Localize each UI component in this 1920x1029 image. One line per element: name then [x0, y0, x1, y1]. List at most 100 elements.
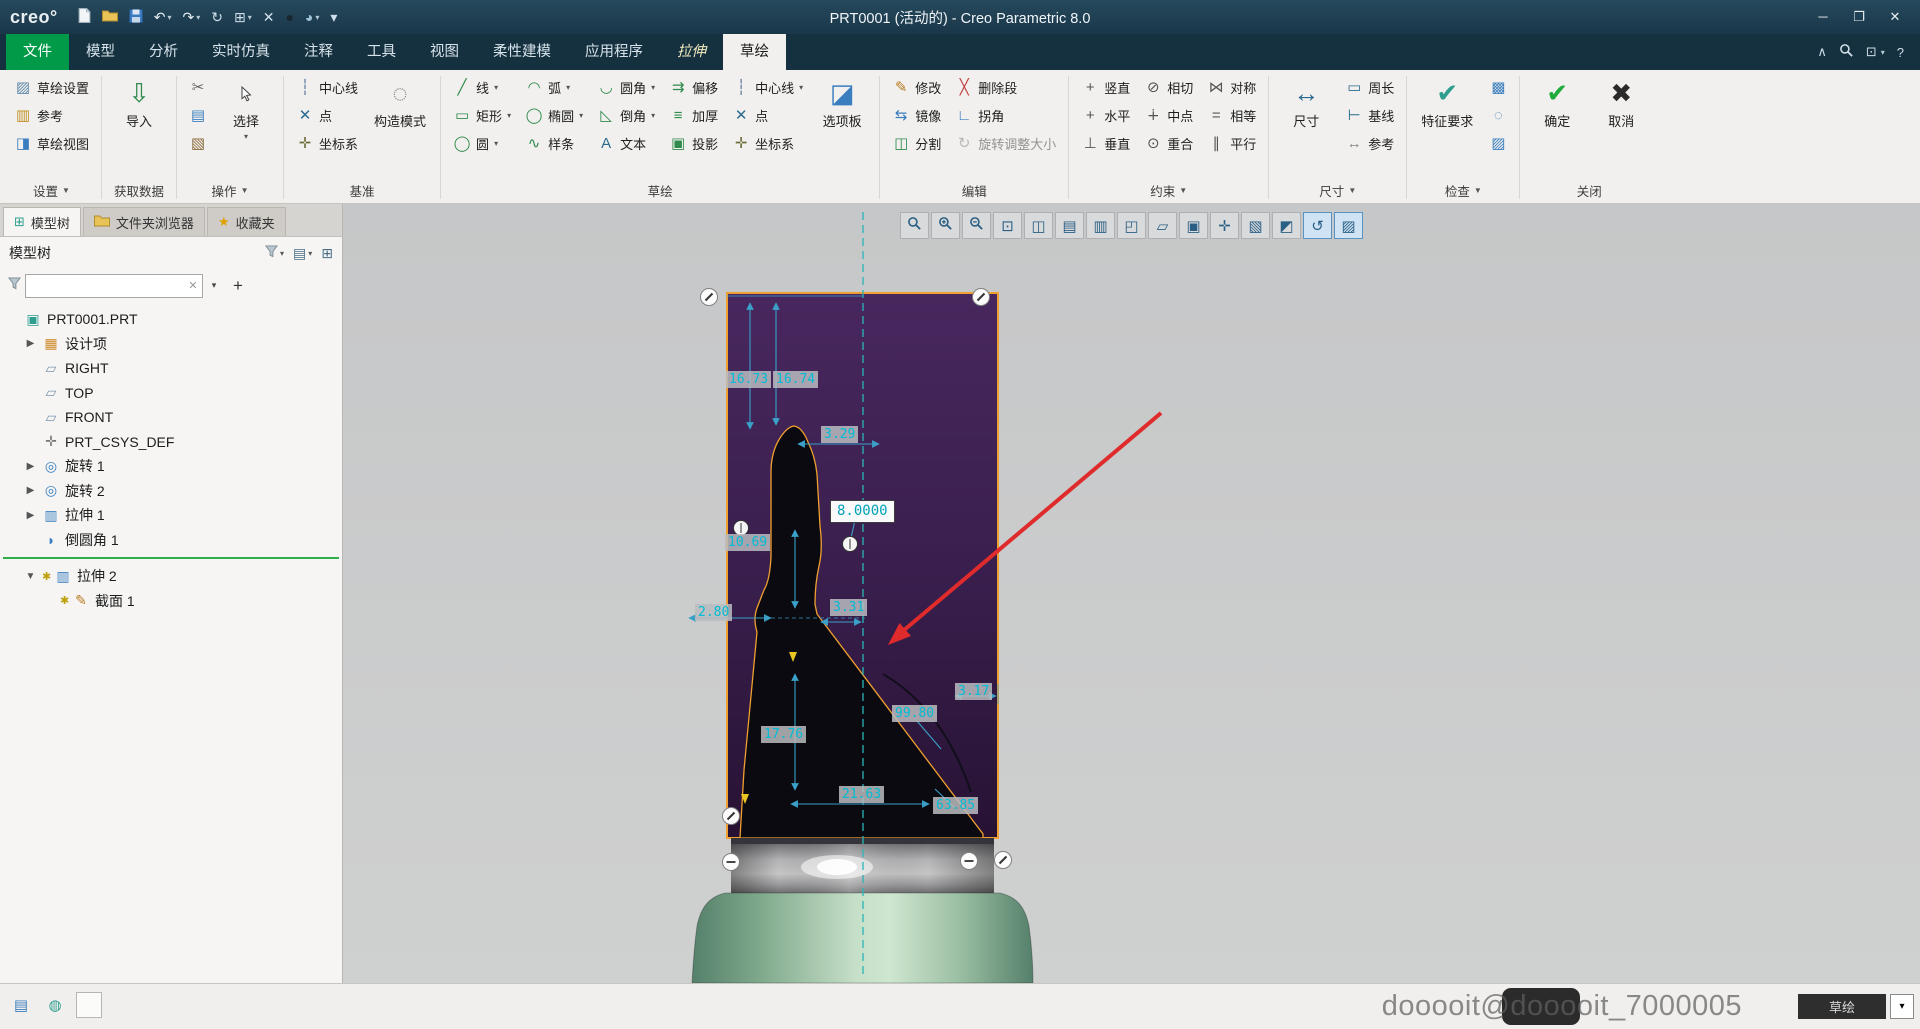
- ribbon-button-rect[interactable]: ▭ 矩形 ▾: [449, 102, 515, 129]
- sketch-handle-minus[interactable]: [722, 853, 740, 871]
- tree-expander[interactable]: ▼: [24, 571, 37, 582]
- tab-annotate[interactable]: 注释: [287, 34, 350, 70]
- ribbon-button-modify[interactable]: ✎ 修改: [888, 74, 945, 101]
- ribbon-button-overlap[interactable]: ▩: [1485, 74, 1511, 101]
- ribbon-button-csys[interactable]: ✛ 坐标系: [292, 130, 362, 157]
- tab-extrude[interactable]: 拉伸: [660, 34, 723, 70]
- ribbon-button-coincident[interactable]: ⊙ 重合: [1140, 130, 1197, 157]
- tree-expander[interactable]: ▶: [24, 338, 37, 349]
- ribbon-button-perimeter[interactable]: ▭ 周长: [1341, 74, 1398, 101]
- close-window-button[interactable]: ✕: [1880, 5, 1910, 29]
- record-button[interactable]: ●: [281, 5, 297, 29]
- tree-expander[interactable]: ▶: [24, 510, 37, 521]
- panel-tab-folder-browser[interactable]: 文件夹浏览器: [82, 207, 205, 236]
- ribbon-group-label-settings[interactable]: 设置 ▼: [10, 178, 93, 203]
- sketch-handle-pencil[interactable]: [994, 851, 1012, 869]
- ribbon-button-open-ends[interactable]: ◌: [1485, 102, 1511, 129]
- minimize-window-button[interactable]: ─: [1808, 5, 1838, 29]
- graphics-area[interactable]: ⊡ ◫ ▤ ▥ ◰ ▱ ▣ ✛ ▧ ◩ ↺ ▨ 16.73 16.74 3.29…: [343, 204, 1920, 983]
- tree-item-PRT_CSYS_DEF[interactable]: ✛ PRT_CSYS_DEF: [0, 430, 342, 455]
- ribbon-button-horizontal[interactable]: + 水平: [1077, 102, 1134, 129]
- ribbon-button-divide[interactable]: ◫ 分割: [888, 130, 945, 157]
- ribbon-button-point[interactable]: ✕ 点: [292, 102, 362, 129]
- refit-button[interactable]: ⊡: [993, 212, 1022, 239]
- tab-applications[interactable]: 应用程序: [568, 34, 660, 70]
- ribbon-button-perpendicular[interactable]: ⊥ 垂直: [1077, 130, 1134, 157]
- panel-tab-favorites[interactable]: ★ 收藏夹: [206, 207, 286, 236]
- tree-item-TOP[interactable]: ▱ TOP: [0, 381, 342, 406]
- tab-file[interactable]: 文件: [6, 34, 69, 70]
- ribbon-button-circle[interactable]: ◯ 圆 ▾: [449, 130, 515, 157]
- ribbon-button-spline[interactable]: ∿ 样条: [521, 130, 587, 157]
- sketch-handle-pencil[interactable]: [972, 288, 990, 306]
- tree-item-FRONT[interactable]: ▱ FRONT: [0, 405, 342, 430]
- saved-orientations-button[interactable]: ▤: [1055, 212, 1084, 239]
- spin-center-button[interactable]: ✛: [1210, 212, 1239, 239]
- ribbon-button-dimension[interactable]: ↔ 尺寸: [1277, 74, 1335, 130]
- ribbon-button-paste[interactable]: ▧: [185, 130, 211, 157]
- filter-add-button[interactable]: +: [227, 276, 249, 296]
- ribbon-group-label-inspect[interactable]: 检查 ▼: [1415, 178, 1511, 203]
- windows-button[interactable]: ⊞ ▾: [230, 5, 256, 29]
- dimension-label[interactable]: 21.63: [839, 786, 885, 803]
- sb-panel-button[interactable]: ▤: [8, 992, 34, 1018]
- ribbon-button-mirror[interactable]: ⇆ 镜像: [888, 102, 945, 129]
- ribbon-button-corner[interactable]: ∟ 拐角: [951, 102, 1060, 129]
- undo-button[interactable]: ↶ ▾: [150, 5, 176, 29]
- tree-settings-button[interactable]: ⊞: [321, 245, 333, 262]
- redo-button[interactable]: ↷ ▾: [178, 5, 204, 29]
- model-tree-filter-input[interactable]: [25, 273, 203, 298]
- tab-model[interactable]: 模型: [69, 34, 132, 70]
- render-style-button[interactable]: ◩: [1272, 212, 1301, 239]
- tab-tools[interactable]: 工具: [350, 34, 413, 70]
- tree-expander[interactable]: ▶: [24, 485, 37, 496]
- filter-dropdown-icon[interactable]: ▾: [205, 280, 223, 291]
- datum-display-button[interactable]: ▱: [1148, 212, 1177, 239]
- collapse-ribbon-button[interactable]: ∧: [1817, 44, 1827, 60]
- dimension-label[interactable]: 63.85: [933, 797, 979, 814]
- tree-item-旋转 2[interactable]: ▶ ◎ 旋转 2: [0, 479, 342, 504]
- ribbon-button-cut[interactable]: ✂: [185, 74, 211, 101]
- tree-item-RIGHT[interactable]: ▱ RIGHT: [0, 356, 342, 381]
- view-manager-button[interactable]: ▥: [1086, 212, 1115, 239]
- tree-display-button[interactable]: ▤ ▾: [293, 245, 312, 262]
- tree-item-设计项[interactable]: ▶ ▦ 设计项: [0, 332, 342, 357]
- ribbon-button-symmetric[interactable]: ⋈ 对称: [1203, 74, 1260, 101]
- tab-sketch[interactable]: 草绘: [723, 34, 786, 70]
- ribbon-button-construction[interactable]: ◌ 构造模式: [368, 74, 432, 130]
- dimension-label[interactable]: 3.17: [955, 683, 993, 700]
- sketch-handle-pencil[interactable]: [700, 288, 718, 306]
- tree-item-拉伸 2[interactable]: ▼ ✱ ▥ 拉伸 2: [0, 564, 342, 589]
- ribbon-button-project[interactable]: ▣ 投影: [665, 130, 722, 157]
- dimension-label[interactable]: 10.69: [725, 534, 771, 551]
- tree-item-截面 1[interactable]: ✱ ✎ 截面 1: [0, 589, 342, 614]
- show-3d-button[interactable]: ▧: [1241, 212, 1270, 239]
- dimension-label[interactable]: 2.80: [695, 604, 733, 621]
- ribbon-button-offset[interactable]: ⇉ 偏移: [665, 74, 722, 101]
- dimension-label[interactable]: 3.29: [821, 426, 859, 443]
- selection-filter[interactable]: 草绘: [1798, 994, 1886, 1019]
- search-button[interactable]: [1839, 43, 1854, 61]
- tree-expander[interactable]: ▶: [24, 461, 37, 472]
- ribbon-group-label-constrain[interactable]: 约束 ▼: [1077, 178, 1260, 203]
- tree-filter-button[interactable]: ▾: [265, 245, 284, 261]
- ribbon-button-rotate-resize[interactable]: ↻ 旋转调整大小: [951, 130, 1060, 157]
- ribbon-button-refdim[interactable]: ↔ 参考: [1341, 130, 1398, 157]
- ribbon-button-references[interactable]: ▥ 参考: [10, 102, 93, 129]
- tree-item-倒圆角 1[interactable]: ◗ 倒圆角 1: [0, 528, 342, 553]
- ribbon-group-label-operations[interactable]: 操作 ▼: [185, 178, 275, 203]
- ribbon-button-equal[interactable]: = 相等: [1203, 102, 1260, 129]
- ribbon-button-cancel[interactable]: ✖ 取消: [1592, 74, 1650, 130]
- sketch-handle-pencil[interactable]: [722, 807, 740, 825]
- tab-live-simulation[interactable]: 实时仿真: [195, 34, 287, 70]
- ribbon-button-midpoint[interactable]: ∔ 中点: [1140, 102, 1197, 129]
- ribbon-button-parallel[interactable]: ∥ 平行: [1203, 130, 1260, 157]
- ribbon-button-fillet[interactable]: ◡ 圆角 ▾: [593, 74, 659, 101]
- close-window-button[interactable]: ✕: [259, 5, 279, 29]
- dimension-label[interactable]: 3.31: [830, 599, 868, 616]
- tab-flexible-modeling[interactable]: 柔性建模: [476, 34, 568, 70]
- sb-blank-button[interactable]: [76, 992, 102, 1018]
- ribbon-button-baseline[interactable]: ⊢ 基线: [1341, 102, 1398, 129]
- ribbon-button-chamfer[interactable]: ◺ 倒角 ▾: [593, 102, 659, 129]
- save-button[interactable]: [125, 5, 147, 29]
